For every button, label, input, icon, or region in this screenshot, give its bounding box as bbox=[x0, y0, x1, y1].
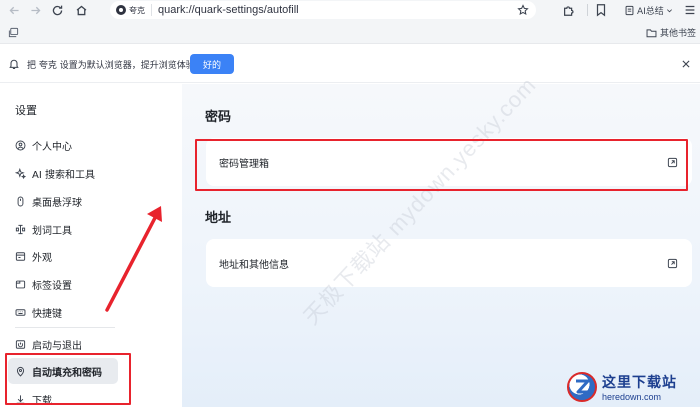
logo-text: 这里下载站 heredown.com bbox=[602, 372, 677, 402]
sidebar-item-ai-search[interactable]: AI 搜索和工具 bbox=[8, 160, 118, 186]
ai-summary-label: AI总结 bbox=[637, 6, 664, 17]
power-icon bbox=[15, 339, 26, 349]
sidebar-item-label: 标签设置 bbox=[32, 280, 72, 292]
ok-button[interactable]: 好的 bbox=[190, 54, 234, 74]
z-letter-icon bbox=[576, 379, 590, 393]
bookmark-icon[interactable] bbox=[594, 3, 608, 17]
site-chip[interactable]: 夸克 bbox=[116, 4, 152, 16]
star-icon[interactable] bbox=[517, 4, 529, 16]
sidebar-divider bbox=[15, 327, 115, 328]
sidebar-item-label: 外观 bbox=[32, 252, 52, 264]
text-cursor-icon bbox=[15, 224, 26, 234]
annotation-box-password bbox=[195, 139, 688, 191]
sidebar-item-label: 划词工具 bbox=[32, 225, 72, 237]
annotation-arrow-icon bbox=[105, 206, 162, 312]
annotation-box-autofill bbox=[5, 353, 131, 405]
address-info-card[interactable]: 地址和其他信息 bbox=[206, 239, 692, 287]
logo-en-text: heredown.com bbox=[602, 391, 662, 402]
infobar-message: 把 夸克 设置为默认浏览器，提升浏览体验 bbox=[27, 61, 195, 71]
extensions-icon[interactable] bbox=[562, 3, 576, 17]
heredown-badge-icon bbox=[567, 371, 597, 402]
folder-icon bbox=[646, 28, 657, 37]
external-link-icon bbox=[667, 258, 678, 268]
address-section-title: 地址 bbox=[205, 211, 232, 226]
address-bar[interactable]: 夸克 quark://quark-settings/autofill bbox=[110, 1, 536, 19]
chevron-down-icon bbox=[666, 8, 672, 12]
tab-icon bbox=[15, 280, 26, 288]
sparkle-icon bbox=[15, 167, 26, 179]
user-circle-icon bbox=[15, 140, 26, 150]
heredown-logo: 这里下载站 heredown.com bbox=[567, 366, 700, 407]
mouse-icon bbox=[17, 196, 24, 206]
bookmarks-bar: 其他书签 bbox=[0, 20, 700, 44]
arrow-left-icon bbox=[9, 6, 19, 14]
arrow-right-icon bbox=[30, 6, 40, 14]
url-text: quark://quark-settings/autofill bbox=[158, 4, 299, 16]
sidebar-item-profile[interactable]: 个人中心 bbox=[8, 132, 118, 158]
browser-toolbar: 夸克 quark://quark-settings/autofill AI总结 bbox=[0, 0, 700, 20]
palette-icon bbox=[15, 251, 26, 261]
bell-icon bbox=[9, 59, 19, 70]
other-bookmarks-button[interactable]: 其他书签 bbox=[646, 26, 696, 39]
sidebar-item-label: 桌面悬浮球 bbox=[32, 197, 82, 209]
reload-icon bbox=[52, 5, 62, 15]
keyboard-icon bbox=[15, 308, 26, 316]
close-icon[interactable] bbox=[681, 59, 691, 69]
ai-summary-button[interactable]: AI总结 bbox=[624, 3, 673, 17]
document-icon bbox=[625, 5, 634, 15]
sidebar-item-label: 启动与退出 bbox=[32, 340, 82, 352]
back-button[interactable] bbox=[3, 0, 25, 20]
tab-list-icon[interactable] bbox=[8, 27, 19, 38]
other-bookmarks-label: 其他书签 bbox=[659, 29, 696, 39]
sidebar-item-label: 个人中心 bbox=[32, 141, 72, 153]
menu-icon[interactable] bbox=[683, 3, 697, 17]
sidebar-item-label: 快捷键 bbox=[32, 308, 62, 320]
address-info-label: 地址和其他信息 bbox=[219, 259, 289, 271]
sidebar-item-label: AI 搜索和工具 bbox=[32, 169, 95, 181]
password-section-title: 密码 bbox=[205, 110, 232, 125]
logo-cn-text: 这里下载站 bbox=[602, 374, 677, 391]
sidebar-title: 设置 bbox=[15, 104, 37, 117]
reload-button[interactable] bbox=[46, 0, 68, 20]
quark-logo-icon bbox=[116, 5, 126, 15]
forward-button[interactable] bbox=[24, 0, 46, 20]
home-icon bbox=[76, 5, 86, 15]
toolbar-separator bbox=[587, 4, 588, 16]
site-chip-label: 夸克 bbox=[129, 5, 145, 15]
default-browser-infobar: 把 夸克 设置为默认浏览器，提升浏览体验 好的 bbox=[0, 45, 700, 83]
home-button[interactable] bbox=[70, 0, 92, 20]
